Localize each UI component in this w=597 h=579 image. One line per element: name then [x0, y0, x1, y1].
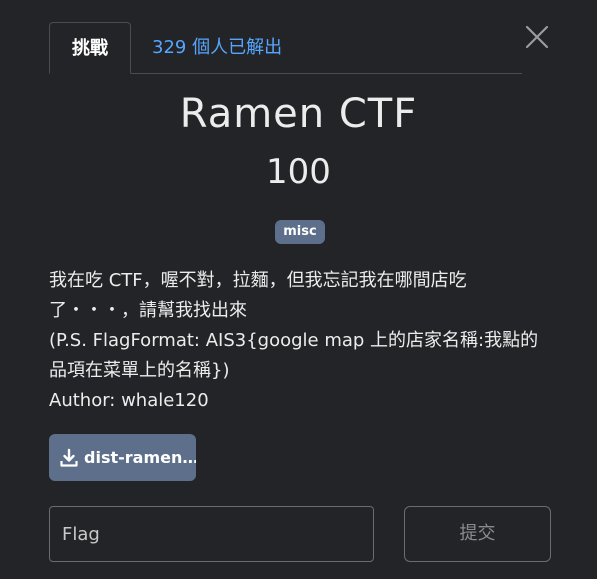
close-icon[interactable] — [522, 22, 552, 52]
tab-challenge[interactable]: 挑戰 — [49, 22, 131, 74]
category-tag: misc — [275, 220, 325, 244]
challenge-points: 100 — [266, 152, 331, 192]
tab-bar: 挑戰 329 個人已解出 — [49, 22, 522, 74]
flag-input[interactable] — [49, 506, 374, 562]
submit-button[interactable]: 提交 — [404, 506, 551, 562]
description-line: 品項在菜單上的名稱}) — [49, 360, 230, 381]
download-file-label: dist-ramen… — [84, 448, 196, 467]
tab-solves[interactable]: 329 個人已解出 — [152, 22, 282, 73]
description-line: Author: whale120 — [49, 390, 209, 411]
download-file-button[interactable]: dist-ramen… — [49, 434, 196, 481]
description-line: (P.S. FlagFormat: AIS3{google map 上的店家名稱… — [49, 330, 539, 351]
download-icon — [60, 448, 78, 467]
challenge-title: Ramen CTF — [179, 91, 418, 137]
challenge-description: 我在吃 CTF，喔不對，拉麵，但我忘記我在哪間店吃 了・・・，請幫我找出來 (P… — [49, 266, 549, 416]
description-line: 我在吃 CTF，喔不對，拉麵，但我忘記我在哪間店吃 — [49, 270, 467, 291]
challenge-modal: 挑戰 329 個人已解出 Ramen CTF 100 misc 我在吃 CTF，… — [0, 0, 597, 579]
description-line: 了・・・，請幫我找出來 — [49, 300, 247, 321]
